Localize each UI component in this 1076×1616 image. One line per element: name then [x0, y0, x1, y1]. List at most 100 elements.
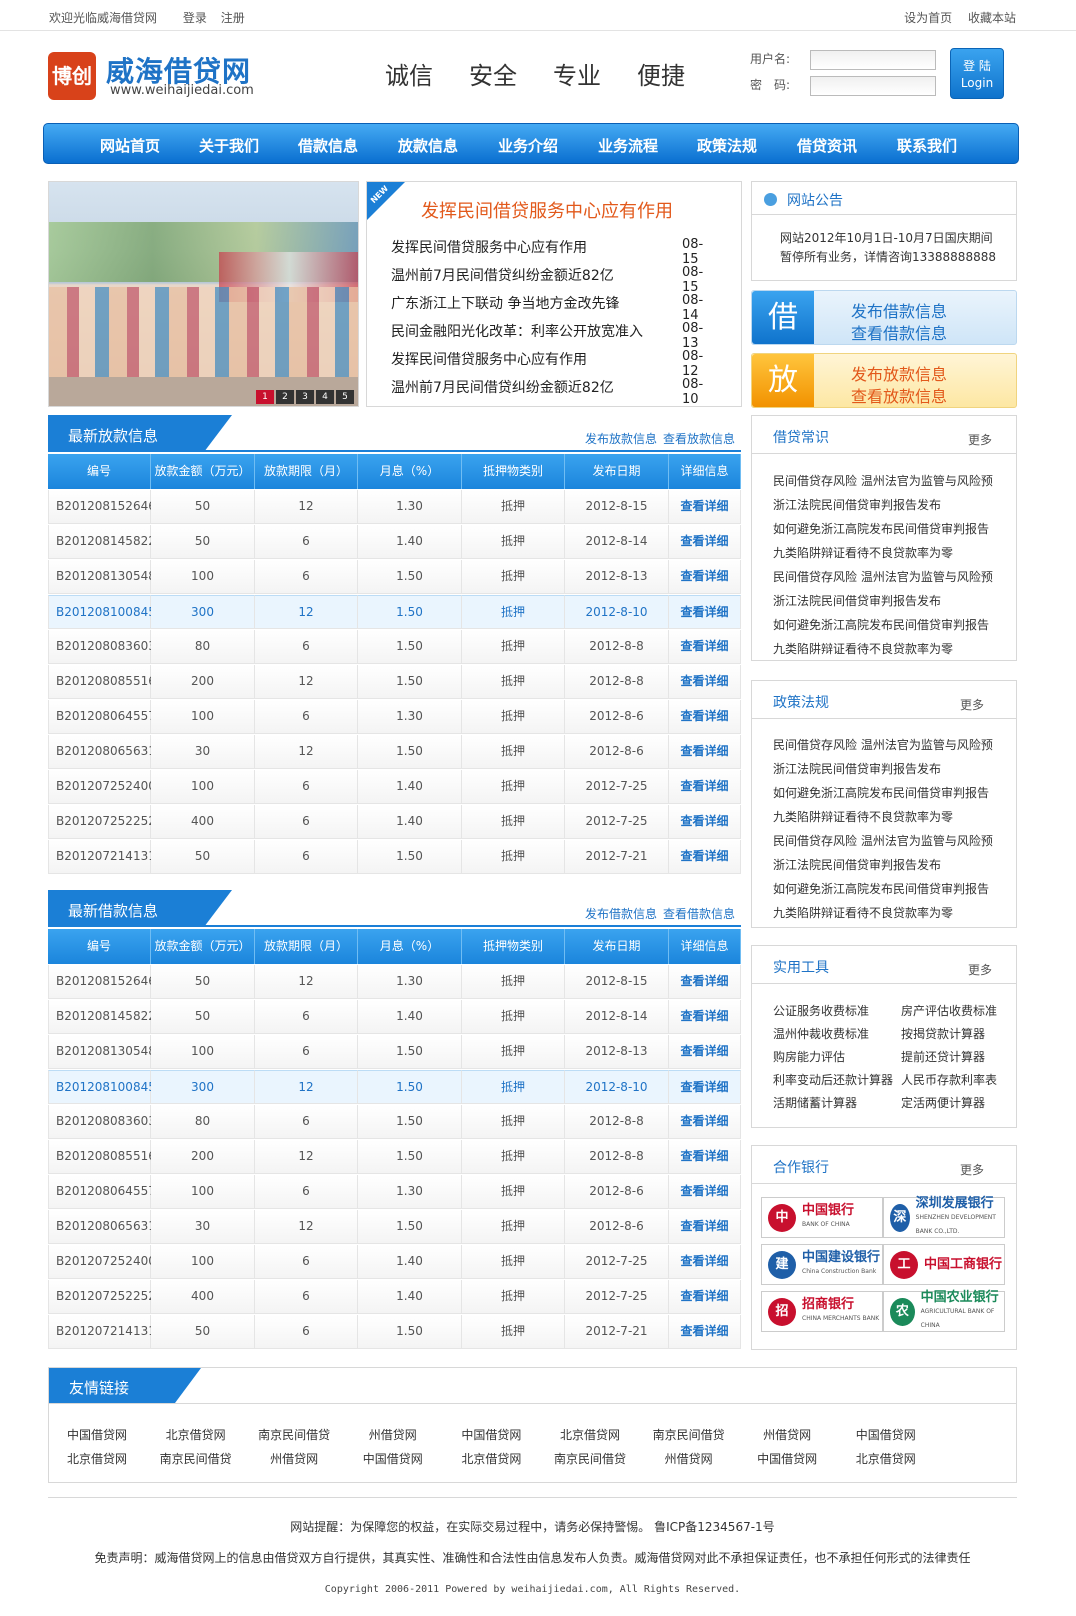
article-link[interactable]: 九类陷阱辩证看待不良贷款率为零: [773, 544, 1001, 568]
view-detail-link[interactable]: 查看详细: [669, 1315, 741, 1348]
view-lend-link[interactable]: 查看放款信息: [851, 383, 947, 407]
friend-link[interactable]: 南京民间借贷: [244, 1426, 344, 1443]
slider-page[interactable]: 3: [296, 390, 314, 404]
news-item[interactable]: 发挥民间借贷服务中心应有作用 08-12: [391, 349, 711, 379]
view-detail-link[interactable]: 查看详细: [669, 525, 741, 558]
nav-home[interactable]: 网站首页: [100, 135, 160, 156]
table-row[interactable]: B201207214131 50 6 1.50 抵押 2012-7-21 查看详细: [48, 839, 741, 874]
view-detail-link[interactable]: 查看详细: [669, 1035, 741, 1068]
friend-link[interactable]: 中国借贷网: [737, 1450, 837, 1467]
view-detail-link[interactable]: 查看详细: [669, 700, 741, 733]
friend-link[interactable]: 北京借贷网: [146, 1426, 246, 1443]
view-detail-link[interactable]: 查看详细: [669, 560, 741, 593]
view-detail-link[interactable]: 查看详细: [669, 1175, 741, 1208]
view-borrow-link[interactable]: 查看借款信息: [851, 320, 947, 344]
publish-lend-link[interactable]: 发布放款信息: [585, 432, 657, 446]
slider-page[interactable]: 2: [276, 390, 294, 404]
article-link[interactable]: 如何避免浙江高院发布民间借贷审判报告: [773, 880, 1001, 904]
view-detail-link[interactable]: 查看详细: [669, 665, 741, 698]
news-item[interactable]: 温州前7月民间借贷纠纷金额近82亿 08-15: [391, 265, 711, 295]
nav-lend[interactable]: 放款信息: [398, 135, 458, 156]
knowledge-more-link[interactable]: 更多: [968, 431, 992, 448]
bank-logo[interactable]: 建中国建设银行 China Construction Bank: [761, 1244, 883, 1285]
site-logo[interactable]: 博创 威海借贷网 www.weihaijiedai.com: [48, 50, 258, 102]
news-item[interactable]: 民间金融阳光化改革：利率公开放宽准入 08-13: [391, 321, 711, 351]
table-row[interactable]: B201208065631 30 12 1.50 抵押 2012-8-6 查看详细: [48, 1209, 741, 1244]
banks-more-link[interactable]: 更多: [960, 1161, 984, 1178]
table-row[interactable]: B201207252252 400 6 1.40 抵押 2012-7-25 查看详细: [48, 1279, 741, 1314]
username-input[interactable]: [810, 50, 936, 70]
password-input[interactable]: [810, 76, 936, 96]
view-detail-link[interactable]: 查看详细: [669, 1245, 741, 1278]
publish-lend-link[interactable]: 发布放款信息: [851, 361, 947, 385]
bank-logo[interactable]: 招招商银行 CHINA MERCHANTS BANK: [761, 1291, 883, 1332]
article-link[interactable]: 浙江法院民间借贷审判报告发布: [773, 760, 1001, 784]
view-detail-link[interactable]: 查看详细: [669, 770, 741, 803]
bank-logo[interactable]: 农中国农业银行 AGRICULTURAL BANK OF CHINA: [883, 1290, 1005, 1332]
bank-logo[interactable]: 工中国工商银行: [883, 1244, 1005, 1285]
bank-logo[interactable]: 深深圳发展银行 SHENZHEN DEVELOPMENT BANK CO.,LTD…: [883, 1196, 1005, 1238]
friend-link[interactable]: 北京借贷网: [540, 1426, 640, 1443]
tool-link[interactable]: 提前还贷计算器: [901, 1048, 985, 1065]
friend-link[interactable]: 北京借贷网: [47, 1450, 147, 1467]
slider-page[interactable]: 1: [256, 390, 274, 404]
table-row[interactable]: B201208065631 30 12 1.50 抵押 2012-8-6 查看详细: [48, 734, 741, 769]
nav-policy[interactable]: 政策法规: [697, 135, 757, 156]
table-row[interactable]: B201207252400 100 6 1.40 抵押 2012-7-25 查看详细: [48, 1244, 741, 1279]
friend-link[interactable]: 中国借贷网: [343, 1450, 443, 1467]
view-detail-link[interactable]: 查看详细: [669, 965, 741, 998]
table-row[interactable]: B201207252252 400 6 1.40 抵押 2012-7-25 查看详细: [48, 804, 741, 839]
table-row[interactable]: B201208085516 200 12 1.50 抵押 2012-8-8 查看详细: [48, 664, 741, 699]
nav-contact[interactable]: 联系我们: [897, 135, 957, 156]
table-row[interactable]: B201208083603 80 6 1.50 抵押 2012-8-8 查看详细: [48, 629, 741, 664]
tool-link[interactable]: 利率变动后还款计算器: [773, 1071, 893, 1088]
table-row[interactable]: B201208085516 200 12 1.50 抵押 2012-8-8 查看详细: [48, 1139, 741, 1174]
bookmark-link[interactable]: 收藏本站: [968, 11, 1016, 25]
tool-link[interactable]: 购房能力评估: [773, 1048, 845, 1065]
tool-link[interactable]: 按揭贷款计算器: [901, 1025, 985, 1042]
tool-link[interactable]: 房产评估收费标准: [901, 1002, 997, 1019]
friend-link[interactable]: 北京借贷网: [441, 1450, 541, 1467]
nav-process[interactable]: 业务流程: [598, 135, 658, 156]
view-detail-link[interactable]: 查看详细: [669, 1210, 741, 1243]
tools-more-link[interactable]: 更多: [968, 961, 992, 978]
article-link[interactable]: 民间借贷存风险 温州法官为监管与风险预: [773, 568, 1001, 592]
friend-link[interactable]: 北京借贷网: [836, 1450, 936, 1467]
tool-link[interactable]: 定活两便计算器: [901, 1094, 985, 1111]
publish-borrow-link[interactable]: 发布借款信息: [851, 298, 947, 322]
news-headline[interactable]: 发挥民间借贷服务中心应有作用: [421, 197, 673, 223]
view-detail-link[interactable]: 查看详细: [669, 805, 741, 838]
news-item[interactable]: 温州前7月民间借贷纠纷金额近82亿 08-10: [391, 377, 711, 407]
view-detail-link[interactable]: 查看详细: [669, 490, 741, 523]
article-link[interactable]: 浙江法院民间借贷审判报告发布: [773, 856, 1001, 880]
table-row[interactable]: B201208152646 50 12 1.30 抵押 2012-8-15 查看详细: [48, 489, 741, 524]
friend-link[interactable]: 南京民间借贷: [146, 1450, 246, 1467]
friend-link[interactable]: 州借贷网: [343, 1426, 443, 1443]
table-row[interactable]: B201208100845 300 12 1.50 抵押 2012-8-10 查看详细: [48, 594, 741, 629]
nav-news[interactable]: 借贷资讯: [797, 135, 857, 156]
view-detail-link[interactable]: 查看详细: [669, 630, 741, 663]
view-lend-link[interactable]: 查看放款信息: [663, 432, 735, 446]
tool-link[interactable]: 温州仲裁收费标准: [773, 1025, 869, 1042]
view-borrow-link[interactable]: 查看借款信息: [663, 907, 735, 921]
table-row[interactable]: B201208145822 50 6 1.40 抵押 2012-8-14 查看详细: [48, 524, 741, 559]
view-detail-link[interactable]: 查看详细: [669, 1070, 741, 1103]
login-button[interactable]: 登 陆 Login: [950, 48, 1004, 99]
view-detail-link[interactable]: 查看详细: [669, 1140, 741, 1173]
article-link[interactable]: 浙江法院民间借贷审判报告发布: [773, 496, 1001, 520]
view-detail-link[interactable]: 查看详细: [669, 1000, 741, 1033]
tool-link[interactable]: 人民币存款利率表: [901, 1071, 997, 1088]
slider-page[interactable]: 5: [336, 390, 354, 404]
set-home-link[interactable]: 设为首页: [904, 11, 952, 25]
table-row[interactable]: B201208145822 50 6 1.40 抵押 2012-8-14 查看详细: [48, 999, 741, 1034]
news-item[interactable]: 广东浙江上下联动 争当地方金改先锋 08-14: [391, 293, 711, 323]
article-link[interactable]: 民间借贷存风险 温州法官为监管与风险预: [773, 832, 1001, 856]
table-row[interactable]: B201208064557 100 6 1.30 抵押 2012-8-6 查看详细: [48, 1174, 741, 1209]
friend-link[interactable]: 州借贷网: [244, 1450, 344, 1467]
table-row[interactable]: B201208064557 100 6 1.30 抵押 2012-8-6 查看详细: [48, 699, 741, 734]
article-link[interactable]: 如何避免浙江高院发布民间借贷审判报告: [773, 784, 1001, 808]
nav-business[interactable]: 业务介绍: [498, 135, 558, 156]
friend-link[interactable]: 州借贷网: [639, 1450, 739, 1467]
friend-link[interactable]: 中国借贷网: [47, 1426, 147, 1443]
banner-slider[interactable]: 12345: [48, 181, 359, 407]
